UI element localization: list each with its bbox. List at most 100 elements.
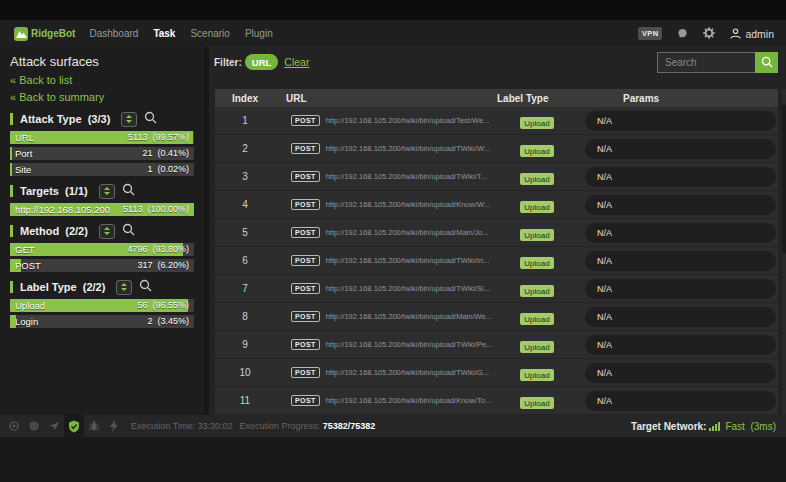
sort-button[interactable] [99,184,115,199]
method-badge: POST [291,395,320,406]
section-accent [10,113,13,125]
params-value[interactable]: N/A [585,391,776,411]
table-row[interactable]: 1 POST http://192.168.105.200/twiki/bin/… [215,107,778,135]
params-value[interactable]: N/A [585,363,776,383]
params-value[interactable]: N/A [585,223,776,243]
params-value[interactable]: N/A [585,195,776,215]
table-row[interactable]: 7 POST http://192.168.105.200/twiki/bin/… [215,275,778,303]
back-link[interactable]: « Back to summary [10,91,194,104]
status-bar: Execution Time: 33:30:02 Execution Progr… [0,415,786,437]
nav-item[interactable]: Dashboard [89,28,138,39]
signal-bars-icon [709,422,720,431]
nav-item[interactable]: Plugin [245,28,273,39]
bug-icon[interactable] [84,415,104,437]
section-attack-type: Attack Type (3/3) URL5113 (99.57%) Port2… [10,111,194,176]
nav-item[interactable]: Scenario [190,28,229,39]
sidebar: Attack surfaces « Back to list « Back to… [0,47,209,415]
table-row[interactable]: 9 POST http://192.168.105.200/twiki/bin/… [215,331,778,359]
method-badge: POST [291,255,320,266]
vpn-badge[interactable]: VPN [638,27,662,40]
table-row[interactable]: 6 POST http://192.168.105.200/twiki/bin/… [215,247,778,275]
gear-icon[interactable] [703,25,715,43]
label-type-badge: Upload [520,229,553,241]
stat-bar[interactable]: Port21 (0.41%) [10,147,194,160]
execution-progress: Execution Progress: 75382/75382 [240,421,376,431]
stat-bar[interactable]: Login2 (3.45%) [10,315,194,328]
back-link[interactable]: « Back to list [10,74,194,87]
section-targets: Targets (1/1) http://192.168.105.2005113… [10,183,194,216]
url-text: http://192.168.105.200/twiki/bin/upload/… [326,256,490,265]
stat-bar[interactable]: POST317 (6.20%) [10,259,194,272]
brand[interactable]: RidgeBot [14,27,75,41]
stat-bar[interactable]: GET4796 (93.80%) [10,243,194,256]
method-badge: POST [291,199,320,210]
clear-filter-link[interactable]: Clear [284,56,309,68]
user-icon [730,28,741,39]
label-type-badge: Upload [520,257,553,269]
scrollbar-thumb[interactable] [782,104,786,254]
method-badge: POST [291,339,320,350]
stat-bar[interactable]: Upload56 (96.55%) [10,299,194,312]
user-menu[interactable]: admin [730,28,774,40]
sort-button[interactable] [116,280,132,295]
sort-button[interactable] [99,224,115,239]
params-value[interactable]: N/A [585,111,776,131]
section-accent [10,185,13,197]
params-value[interactable]: N/A [585,307,776,327]
label-type-badge: Upload [520,285,553,297]
url-text: http://192.168.105.200/twiki/bin/upload/… [326,368,489,377]
stat-bar[interactable]: Site1 (0.02%) [10,163,194,176]
search-icon[interactable] [139,278,152,296]
table-row[interactable]: 3 POST http://192.168.105.200/twiki/bin/… [215,163,778,191]
nav-right: VPN admin [638,25,774,43]
search-box [657,52,778,73]
search-icon[interactable] [122,182,135,200]
method-badge: POST [291,311,320,322]
message-icon[interactable] [677,25,688,43]
nav-item[interactable]: Task [153,28,175,39]
url-text: http://192.168.105.200/twiki/bin/upload/… [326,172,487,181]
table-row[interactable]: 2 POST http://192.168.105.200/twiki/bin/… [215,135,778,163]
method-badge: POST [291,143,320,154]
method-badge: POST [291,367,320,378]
search-input[interactable] [657,52,755,73]
table-row[interactable]: 10 POST http://192.168.105.200/twiki/bin… [215,359,778,387]
brand-name: RidgeBot [31,28,75,39]
method-badge: POST [291,227,320,238]
label-type-badge: Upload [520,313,553,325]
label-type-badge: Upload [520,341,553,353]
label-type-badge: Upload [520,145,553,157]
params-value[interactable]: N/A [585,279,776,299]
lightning-icon[interactable] [104,415,124,437]
search-button[interactable] [755,52,778,73]
plane-icon[interactable] [44,415,64,437]
search-icon[interactable] [122,222,135,240]
table-row[interactable]: 11 POST http://192.168.105.200/twiki/bin… [215,387,778,415]
params-value[interactable]: N/A [585,167,776,187]
target-network: Target Network: Fast (3ms) [631,421,776,432]
crosshair-icon[interactable] [4,415,24,437]
status-icons [4,415,124,437]
shield-icon[interactable] [64,415,84,437]
search-icon [761,56,773,68]
params-value[interactable]: N/A [585,335,776,355]
table-scrollbar[interactable] [782,89,786,415]
search-icon[interactable] [144,110,157,128]
table-row[interactable]: 5 POST http://192.168.105.200/twiki/bin/… [215,219,778,247]
sidebar-title: Attack surfaces [10,55,194,68]
table-row[interactable]: 8 POST http://192.168.105.200/twiki/bin/… [215,303,778,331]
globe-icon[interactable] [24,415,44,437]
method-badge: POST [291,115,320,126]
params-value[interactable]: N/A [585,139,776,159]
stat-bar[interactable]: http://192.168.105.2005113 (100.00%) [10,203,194,216]
ridgebot-logo-icon [14,27,28,41]
col-index: Index [215,93,275,104]
params-value[interactable]: N/A [585,251,776,271]
filter-pill-url[interactable]: URL [245,54,279,70]
execution-time: Execution Time: 33:30:02 [131,421,233,431]
url-text: http://192.168.105.200/twiki/bin/upload/… [326,340,493,349]
table-row[interactable]: 4 POST http://192.168.105.200/twiki/bin/… [215,191,778,219]
stat-bar[interactable]: URL5113 (99.57%) [10,131,194,144]
filter-label: Filter: [214,57,242,68]
sort-button[interactable] [121,112,137,127]
